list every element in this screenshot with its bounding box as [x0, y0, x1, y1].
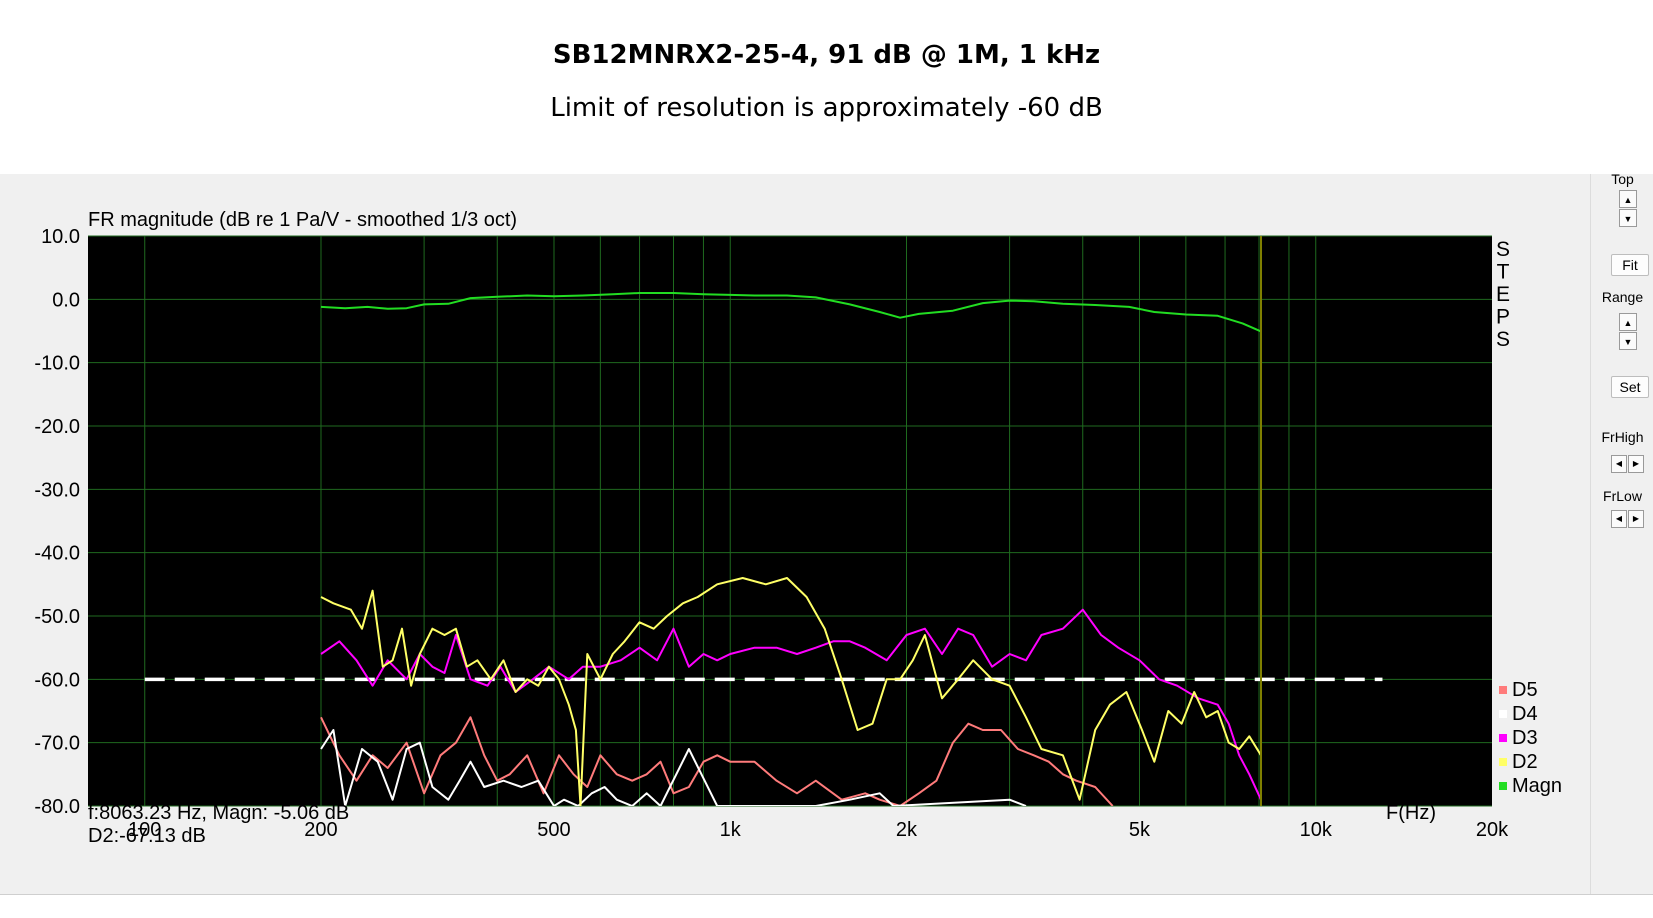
- frequency-response-chart[interactable]: 10.0 0.0 -10.0 -20.0 -30.0 -40.0 -50.0 -60.0 -70…: [0, 174, 1590, 894]
- range-label: Range: [1601, 289, 1644, 305]
- y-tick-label: -40.0: [34, 543, 80, 565]
- legend-label-d4[interactable]: D4: [1512, 703, 1538, 725]
- steps-label-letter: S: [1496, 238, 1510, 261]
- frhigh-left-button[interactable]: ◀: [1611, 455, 1627, 473]
- x-tick-label: 1k: [720, 819, 742, 841]
- y-tick-label: -80.0: [34, 796, 80, 818]
- y-tick-label: -30.0: [34, 479, 80, 501]
- x-tick-label: 10k: [1300, 819, 1333, 841]
- range-down-button[interactable]: ▼: [1619, 332, 1637, 350]
- legend-label-d3[interactable]: D3: [1512, 727, 1538, 749]
- y-tick-label: 0.0: [52, 289, 80, 311]
- y-tick-label: -60.0: [34, 669, 80, 691]
- legend-swatch-d5: [1499, 686, 1507, 694]
- y-tick-label: -50.0: [34, 606, 80, 628]
- x-axis-label: F(Hz): [1386, 802, 1436, 824]
- frlow-left-button[interactable]: ◀: [1611, 510, 1627, 528]
- window-bottom-border: [0, 894, 1653, 895]
- y-tick-label: -20.0: [34, 416, 80, 438]
- legend-swatch-d4: [1499, 710, 1507, 718]
- page-title: SB12MNRX2-25-4, 91 dB @ 1M, 1 kHz: [552, 40, 1101, 70]
- top-up-button[interactable]: ▲: [1619, 190, 1637, 208]
- top-down-button[interactable]: ▼: [1619, 209, 1637, 227]
- range-up-button[interactable]: ▲: [1619, 313, 1637, 331]
- steps-label-letter: S: [1496, 328, 1510, 351]
- legend-swatch-d3: [1499, 734, 1507, 742]
- top-label: Top: [1611, 171, 1634, 187]
- x-tick-label: 2k: [896, 819, 918, 841]
- frhigh-label: FrHigh: [1601, 429, 1644, 445]
- x-tick-label: 20k: [1476, 819, 1509, 841]
- legend-label-magn[interactable]: Magn: [1512, 775, 1562, 797]
- legend-swatch-magn: [1499, 782, 1507, 790]
- steps-label-letter: E: [1496, 283, 1510, 306]
- plot-background: [88, 236, 1492, 806]
- y-tick-label: 10.0: [41, 226, 80, 248]
- cursor-readout-d2: D2:-67.13 dB: [88, 825, 206, 847]
- steps-label-letter: P: [1496, 306, 1510, 329]
- y-tick-label: -70.0: [34, 733, 80, 755]
- control-sidebar: Top ▲ ▼ Fit Range ▲ ▼ Set FrHigh ◀ ▶ FrL…: [1590, 171, 1653, 894]
- frlow-label: FrLow: [1603, 488, 1642, 504]
- legend-label-d5[interactable]: D5: [1512, 679, 1538, 701]
- cursor-readout-frequency: f:8063.23 Hz, Magn: -5.06 dB: [88, 802, 349, 824]
- legend-label-d2[interactable]: D2: [1512, 751, 1538, 773]
- x-tick-label: 5k: [1129, 819, 1151, 841]
- page-subtitle: Limit of resolution is approximately -60…: [550, 93, 1103, 123]
- legend-swatch-d2: [1499, 758, 1507, 766]
- frhigh-right-button[interactable]: ▶: [1628, 455, 1644, 473]
- y-tick-label: -10.0: [34, 353, 80, 375]
- x-tick-label: 500: [537, 819, 570, 841]
- frlow-right-button[interactable]: ▶: [1628, 510, 1644, 528]
- set-button[interactable]: Set: [1611, 376, 1649, 398]
- fit-button[interactable]: Fit: [1611, 254, 1649, 276]
- chart-title: FR magnitude (dB re 1 Pa/V - smoothed 1/…: [88, 209, 517, 231]
- steps-label-letter: T: [1497, 261, 1510, 284]
